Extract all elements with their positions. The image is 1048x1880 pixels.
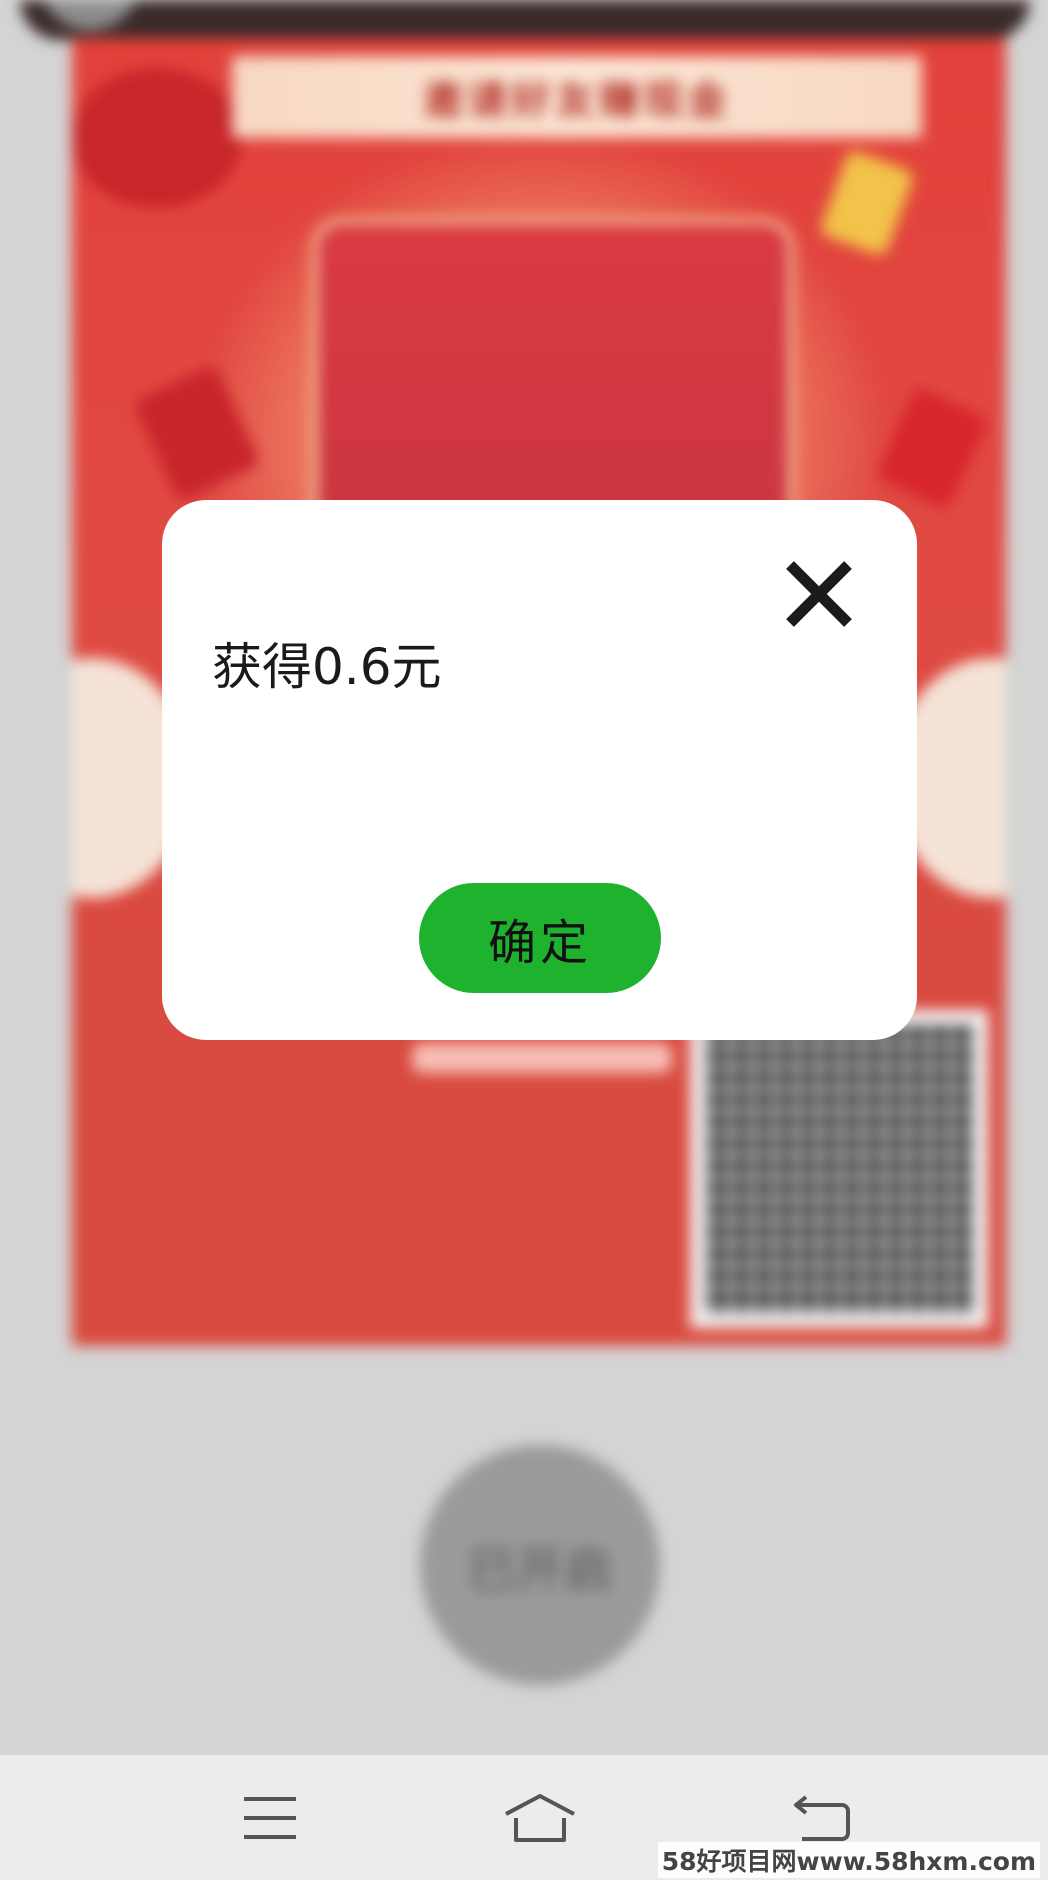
poster-caption	[412, 1043, 672, 1073]
close-icon	[786, 561, 852, 627]
system-nav-bar: 58好项目网www.58hxm.com	[0, 1755, 1048, 1880]
watermark: 58好项目网www.58hxm.com	[657, 1842, 1040, 1878]
back-icon	[794, 1794, 850, 1841]
close-button[interactable]	[780, 555, 858, 633]
menu-icon	[244, 1796, 296, 1839]
nav-menu-button[interactable]	[200, 1755, 340, 1880]
home-icon	[505, 1793, 575, 1842]
confirm-button[interactable]: 确定	[419, 883, 661, 993]
open-red-envelope-button[interactable]: 已开启	[420, 1445, 660, 1685]
top-bar	[20, 0, 1030, 40]
red-envelope-icon	[874, 385, 990, 511]
reward-dialog: 获得0.6元 确定	[162, 500, 917, 1040]
nav-home-button[interactable]	[470, 1755, 610, 1880]
poster-decoration	[72, 68, 242, 208]
poster-title: 邀请好友赚现金	[232, 56, 922, 138]
reward-message: 获得0.6元	[212, 638, 442, 696]
qr-code	[690, 1010, 988, 1328]
